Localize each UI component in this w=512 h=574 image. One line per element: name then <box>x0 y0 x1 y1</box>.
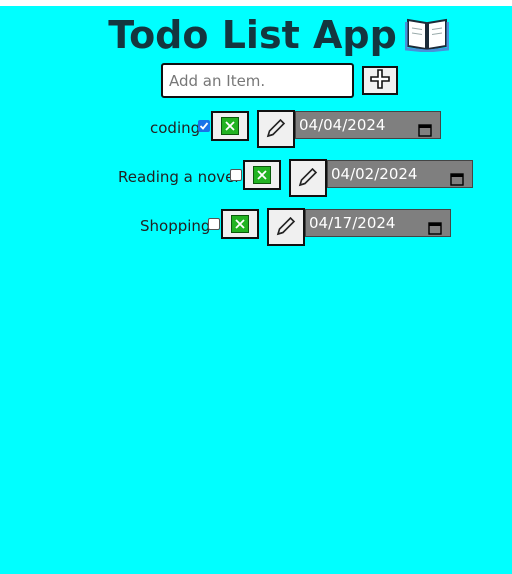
page-title: Todo List App <box>0 12 512 62</box>
calendar-icon[interactable] <box>450 168 464 194</box>
delete-item-button[interactable] <box>211 111 249 141</box>
plus-icon <box>370 69 390 92</box>
calendar-icon[interactable] <box>428 217 442 243</box>
due-date-input[interactable]: 04/17/2024 <box>305 209 451 237</box>
todo-item-checkbox[interactable] <box>230 169 242 181</box>
due-date-value: 04/04/2024 <box>299 116 386 134</box>
calendar-icon[interactable] <box>418 119 432 145</box>
delete-item-button[interactable] <box>243 160 281 190</box>
pencil-icon <box>265 117 287 142</box>
close-icon <box>221 117 239 135</box>
pencil-icon <box>297 166 319 191</box>
add-item-input[interactable] <box>161 63 354 98</box>
open-book-icon <box>404 16 450 62</box>
due-date-input[interactable]: 04/02/2024 <box>327 160 473 188</box>
edit-item-button[interactable] <box>257 110 295 148</box>
delete-item-button[interactable] <box>221 209 259 239</box>
due-date-value: 04/02/2024 <box>331 165 418 183</box>
title-text: Todo List App <box>108 13 397 57</box>
due-date-value: 04/17/2024 <box>309 214 396 232</box>
close-icon <box>231 215 249 233</box>
edit-item-button[interactable] <box>289 159 327 197</box>
close-icon <box>253 166 271 184</box>
todo-item-label: Shopping <box>140 217 211 235</box>
due-date-input[interactable]: 04/04/2024 <box>295 111 441 139</box>
todo-item: Shopping 04/17/2024 <box>0 208 512 246</box>
todo-item: coding 04/04/2024 <box>0 110 512 148</box>
todo-item-label: Reading a novel <box>118 168 239 186</box>
edit-item-button[interactable] <box>267 208 305 246</box>
app-container: Todo List App coding 04/04/2024 <box>0 6 512 574</box>
todo-item: Reading a novel 04/02/2024 <box>0 159 512 197</box>
todo-item-checkbox[interactable] <box>208 218 220 230</box>
add-item-button[interactable] <box>362 66 398 95</box>
pencil-icon <box>275 215 297 240</box>
todo-item-checkbox[interactable] <box>198 120 210 132</box>
todo-item-label: coding <box>150 119 201 137</box>
